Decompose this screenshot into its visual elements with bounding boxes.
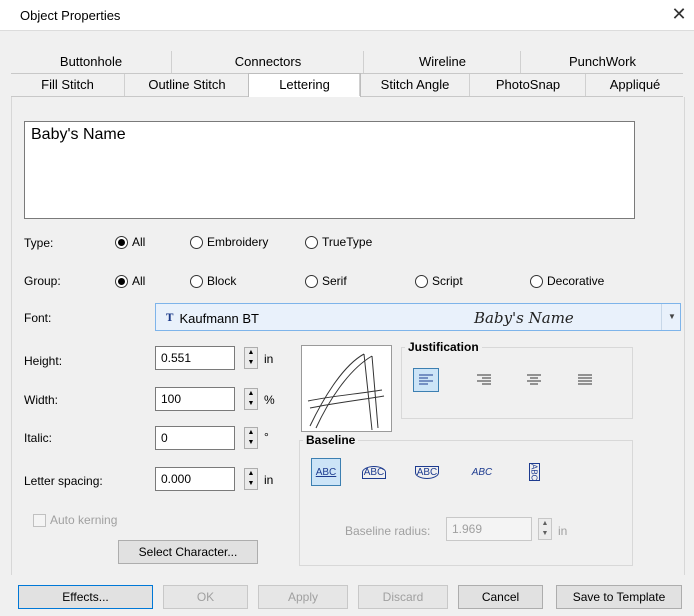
type-option-embroidery[interactable]: Embroidery <box>190 235 268 249</box>
down-arrow-icon[interactable]: ▼ <box>539 529 551 539</box>
letter-spacing-unit: in <box>264 473 274 487</box>
italic-unit: ° <box>264 430 269 444</box>
discard-button[interactable]: Discard <box>358 585 448 609</box>
radio-icon <box>305 274 318 288</box>
up-arrow-icon[interactable]: ▲ <box>539 519 551 529</box>
title-bar: Object Properties ✕ <box>0 0 694 31</box>
align-right-icon[interactable] <box>471 368 497 392</box>
up-arrow-icon[interactable]: ▲ <box>245 469 257 479</box>
down-arrow-icon[interactable]: ▼ <box>245 358 257 368</box>
truetype-icon: T <box>166 313 174 324</box>
letter-a-preview-icon <box>307 353 385 431</box>
baseline-radius-label: Baseline radius: <box>345 524 431 538</box>
radio-icon <box>115 235 128 249</box>
tab-row-bottom: Fill Stitch Outline Stitch Lettering Sti… <box>11 73 684 98</box>
tab-photosnap[interactable]: PhotoSnap <box>469 74 586 96</box>
tab-outline-stitch[interactable]: Outline Stitch <box>124 74 249 96</box>
align-justify-icon[interactable] <box>572 368 598 392</box>
down-arrow-icon[interactable]: ▼ <box>245 438 257 448</box>
up-arrow-icon[interactable]: ▲ <box>245 348 257 358</box>
height-stepper[interactable]: ▲ ▼ <box>244 347 258 369</box>
lettering-text-input[interactable]: Baby's Name <box>24 121 635 219</box>
baseline-vertical-icon[interactable]: ABC <box>519 458 549 486</box>
auto-kerning-checkbox[interactable]: Auto kerning <box>33 513 117 527</box>
down-arrow-icon[interactable]: ▼ <box>245 399 257 409</box>
radio-icon <box>190 274 203 288</box>
radio-icon <box>115 274 128 288</box>
group-option-decorative[interactable]: Decorative <box>530 274 604 288</box>
justification-label: Justification <box>405 340 482 354</box>
align-left-icon[interactable] <box>413 368 439 392</box>
group-option-serif[interactable]: Serif <box>305 274 347 288</box>
ok-button[interactable]: OK <box>163 585 248 609</box>
width-unit: % <box>264 393 275 407</box>
chevron-down-icon[interactable]: ▼ <box>661 304 682 330</box>
tab-lettering[interactable]: Lettering <box>248 73 361 98</box>
baseline-straight-icon[interactable]: ABC <box>311 458 341 486</box>
type-option-truetype[interactable]: TrueType <box>305 235 372 249</box>
group-option-script[interactable]: Script <box>415 274 463 288</box>
group-label: Group: <box>24 274 61 288</box>
checkbox-icon <box>33 513 46 527</box>
type-option-all[interactable]: All <box>115 235 145 249</box>
italic-stepper[interactable]: ▲ ▼ <box>244 427 258 449</box>
save-to-template-button[interactable]: Save to Template <box>556 585 682 609</box>
letter-preview <box>301 345 392 432</box>
radio-icon <box>415 274 428 288</box>
baseline-circle-icon[interactable]: ABC <box>467 458 497 486</box>
height-input[interactable]: 0.551 <box>155 346 235 370</box>
tab-wireline[interactable]: Wireline <box>363 51 521 73</box>
font-dropdown[interactable]: T Kaufmann BT Baby's Name ▼ <box>155 303 681 331</box>
width-label: Width: <box>24 393 59 407</box>
radio-icon <box>305 235 318 249</box>
height-unit: in <box>264 352 274 366</box>
font-preview: Baby's Name <box>474 309 574 327</box>
italic-label: Italic: <box>24 431 53 445</box>
up-arrow-icon[interactable]: ▲ <box>245 428 257 438</box>
baseline-group <box>299 440 633 566</box>
radio-icon <box>190 235 203 249</box>
font-selected: T Kaufmann BT <box>166 311 259 326</box>
group-option-all[interactable]: All <box>115 274 145 288</box>
baseline-radius-stepper[interactable]: ▲ ▼ <box>538 518 552 540</box>
type-label: Type: <box>24 236 54 250</box>
cancel-button[interactable]: Cancel <box>458 585 543 609</box>
up-arrow-icon[interactable]: ▲ <box>245 389 257 399</box>
height-label: Height: <box>24 354 63 368</box>
tab-applique[interactable]: Appliqué <box>585 74 684 96</box>
letter-spacing-input[interactable]: 0.000 <box>155 467 235 491</box>
tab-connectors[interactable]: Connectors <box>171 51 364 73</box>
letter-spacing-stepper[interactable]: ▲ ▼ <box>244 468 258 490</box>
tab-buttonhole[interactable]: Buttonhole <box>11 51 171 73</box>
letter-spacing-label: Letter spacing: <box>24 474 103 488</box>
tab-fill-stitch[interactable]: Fill Stitch <box>11 74 124 96</box>
width-stepper[interactable]: ▲ ▼ <box>244 388 258 410</box>
window-title: Object Properties <box>20 8 121 23</box>
baseline-arc-over-icon[interactable]: ABC <box>359 458 389 486</box>
align-center-icon[interactable] <box>521 368 547 392</box>
font-label: Font: <box>24 311 52 325</box>
baseline-label: Baseline <box>303 433 359 447</box>
baseline-arc-under-icon[interactable]: ABC <box>412 458 442 486</box>
italic-input[interactable]: 0 <box>155 426 235 450</box>
tab-punchwork[interactable]: PunchWork <box>520 51 684 73</box>
effects-button[interactable]: Effects... <box>18 585 153 609</box>
group-option-block[interactable]: Block <box>190 274 236 288</box>
width-input[interactable]: 100 <box>155 387 235 411</box>
baseline-radius-unit: in <box>558 524 568 538</box>
down-arrow-icon[interactable]: ▼ <box>245 479 257 489</box>
baseline-radius-input[interactable]: 1.969 <box>446 517 532 541</box>
select-character-button[interactable]: Select Character... <box>118 540 258 564</box>
close-icon[interactable]: ✕ <box>669 4 689 24</box>
tab-row-top: Buttonhole Connectors Wireline PunchWork <box>11 51 683 74</box>
tab-stitch-angle[interactable]: Stitch Angle <box>359 74 470 96</box>
apply-button[interactable]: Apply <box>258 585 348 609</box>
radio-icon <box>530 274 543 288</box>
